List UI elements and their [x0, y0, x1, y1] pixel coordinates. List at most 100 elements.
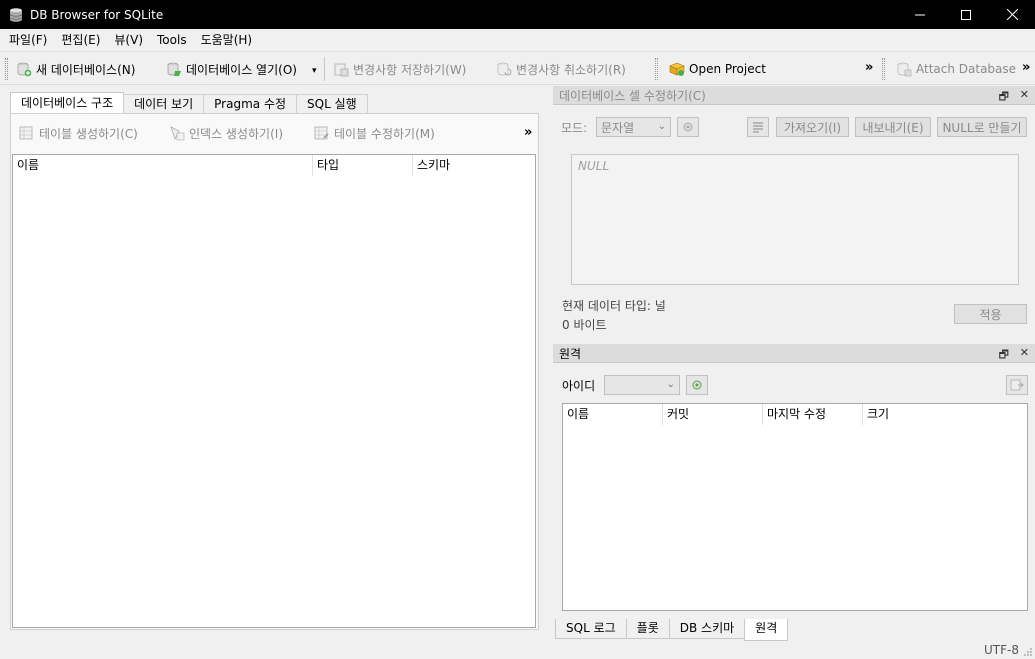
column-header-type[interactable]: 타입 [313, 155, 413, 176]
identity-label: 아이디 [562, 379, 596, 393]
toolbar-grip[interactable] [5, 58, 8, 80]
encoding-indicator: UTF-8 [984, 643, 1019, 657]
tab-execute-sql[interactable]: SQL 실행 [296, 94, 368, 113]
menu-view[interactable]: 뷰(V) [107, 29, 150, 51]
menu-file[interactable]: 파일(F) [2, 29, 54, 51]
tab-sql-log[interactable]: SQL 로그 [555, 619, 627, 639]
main-tab-bar: 데이터베이스 구조 데이터 보기 Pragma 수정 SQL 실행 [10, 92, 368, 113]
modify-table-button[interactable]: 테이블 수정하기(M) [314, 123, 435, 143]
mode-select-value: 문자열 [601, 120, 635, 135]
float-dock-icon[interactable]: 🗗 [999, 88, 1009, 107]
database-icon [9, 7, 23, 22]
column-header-schema[interactable]: 스키마 [413, 155, 535, 176]
status-bar: UTF-8 [0, 639, 1035, 659]
open-database-button[interactable]: 데이터베이스 열기(O) [166, 57, 297, 81]
toolbar-separator [324, 57, 325, 81]
gear-icon [692, 380, 702, 390]
open-project-label: Open Project [689, 62, 766, 76]
tab-db-schema[interactable]: DB 스키마 [668, 619, 746, 639]
revert-changes-icon [497, 62, 512, 76]
remote-list-header: 이름 커밋 마지막 수정 크기 [563, 404, 1027, 425]
tab-edit-pragmas[interactable]: Pragma 수정 [203, 94, 298, 113]
main-toolbar: 새 데이터베이스(N) 데이터베이스 열기(O) ▾ 변경사항 저장하기(W) … [0, 51, 1035, 85]
attach-database-label: Attach Database [916, 62, 1017, 76]
resize-grip-icon[interactable] [1023, 647, 1033, 657]
menu-tools[interactable]: Tools [150, 29, 194, 51]
open-project-button[interactable]: Open Project [669, 57, 766, 81]
current-data-type: 현재 데이터 타입: 널 [562, 299, 666, 313]
float-dock-icon[interactable]: 🗗 [999, 346, 1009, 365]
apply-button[interactable]: 적용 [954, 304, 1027, 324]
minimize-button[interactable] [897, 0, 943, 29]
revert-changes-button[interactable]: 변경사항 취소하기(R) [496, 57, 626, 81]
close-dock-icon[interactable]: ✕ [1020, 346, 1029, 359]
menu-edit[interactable]: 편집(E) [54, 29, 107, 51]
data-size: 0 바이트 [562, 318, 607, 332]
new-database-icon [17, 62, 32, 77]
structure-tree[interactable]: 이름 타입 스키마 [12, 154, 536, 628]
structure-tree-header: 이름 타입 스키마 [13, 155, 535, 176]
remote-dock-title[interactable]: 원격 🗗 ✕ [553, 344, 1035, 363]
write-changes-icon [334, 63, 349, 77]
tab-browse-data[interactable]: 데이터 보기 [123, 94, 205, 113]
title-bar: DB Browser for SQLite [0, 0, 1035, 29]
identity-settings-button[interactable] [686, 375, 708, 395]
remote-title: 원격 [559, 346, 582, 361]
tab-plot[interactable]: 플롯 [625, 619, 670, 639]
export-button[interactable]: 내보내기(E) [855, 117, 931, 137]
identity-select[interactable]: ⌄ [604, 375, 680, 395]
database-structure-pane: 테이블 생성하기(C) 인덱스 생성하기(I) 테이블 수정하기(M) » 이름… [10, 113, 539, 630]
maximize-icon [961, 9, 971, 20]
column-header-last-modified[interactable]: 마지막 수정 [763, 404, 863, 425]
structure-toolbar: 테이블 생성하기(C) 인덱스 생성하기(I) 테이블 수정하기(M) » [11, 114, 538, 152]
push-database-icon [1010, 379, 1024, 391]
set-null-button[interactable]: NULL로 만들기 [937, 117, 1027, 137]
close-dock-icon[interactable]: ✕ [1020, 88, 1029, 101]
structure-toolbar-overflow-button[interactable]: » [524, 125, 532, 140]
maximize-button[interactable] [943, 0, 989, 29]
write-changes-button[interactable]: 변경사항 저장하기(W) [333, 57, 466, 81]
remote-push-button[interactable] [1006, 375, 1028, 395]
cell-editor-placeholder: NULL [578, 159, 610, 173]
open-database-dropdown-icon[interactable]: ▾ [312, 66, 317, 76]
toolbar-overflow-button-2[interactable]: » [1022, 60, 1030, 75]
create-table-button[interactable]: 테이블 생성하기(C) [19, 123, 138, 143]
column-header-name[interactable]: 이름 [13, 155, 313, 176]
toolbar-grip[interactable] [882, 58, 885, 80]
modify-table-label: 테이블 수정하기(M) [334, 126, 435, 141]
menu-help[interactable]: 도움말(H) [194, 29, 260, 51]
cell-editor-textarea[interactable]: NULL [571, 154, 1019, 285]
attach-database-icon [897, 62, 912, 77]
word-wrap-button[interactable] [747, 117, 769, 137]
create-table-icon [19, 126, 33, 140]
tab-remote[interactable]: 원격 [744, 619, 789, 641]
mode-label: 모드: [561, 121, 588, 135]
remote-file-list[interactable]: 이름 커밋 마지막 수정 크기 [562, 403, 1028, 611]
new-database-button[interactable]: 새 데이터베이스(N) [16, 57, 135, 81]
column-header-commit[interactable]: 커밋 [663, 404, 763, 425]
create-index-button[interactable]: 인덱스 생성하기(I) [169, 123, 283, 143]
auto-switch-mode-button[interactable] [677, 117, 699, 137]
edit-cell-title: 데이터베이스 셀 수정하기(C) [559, 88, 706, 103]
close-icon [1006, 9, 1018, 20]
attach-database-button[interactable]: Attach Database [896, 57, 1016, 81]
column-header-size[interactable]: 크기 [863, 404, 1027, 425]
modify-table-icon [314, 126, 329, 140]
menu-bar: 파일(F) 편집(E) 뷰(V) Tools 도움말(H) [0, 29, 1035, 51]
column-header-name[interactable]: 이름 [563, 404, 663, 425]
open-project-icon [669, 62, 685, 76]
revert-changes-label: 변경사항 취소하기(R) [516, 62, 626, 77]
edit-cell-dock-title[interactable]: 데이터베이스 셀 수정하기(C) 🗗 ✕ [553, 86, 1035, 105]
create-index-label: 인덱스 생성하기(I) [189, 126, 283, 141]
create-index-icon [170, 126, 185, 141]
toolbar-overflow-button[interactable]: » [865, 60, 873, 75]
toolbar-grip[interactable] [655, 58, 658, 80]
write-changes-label: 변경사항 저장하기(W) [353, 62, 467, 77]
text-lines-icon [753, 122, 763, 133]
chevron-down-icon: ⌄ [666, 379, 675, 390]
open-database-icon [167, 62, 181, 76]
close-button[interactable] [989, 0, 1035, 29]
mode-select[interactable]: 문자열 ⌄ [596, 117, 671, 137]
import-button[interactable]: 가져오기(I) [776, 117, 849, 137]
tab-database-structure[interactable]: 데이터베이스 구조 [10, 92, 125, 113]
